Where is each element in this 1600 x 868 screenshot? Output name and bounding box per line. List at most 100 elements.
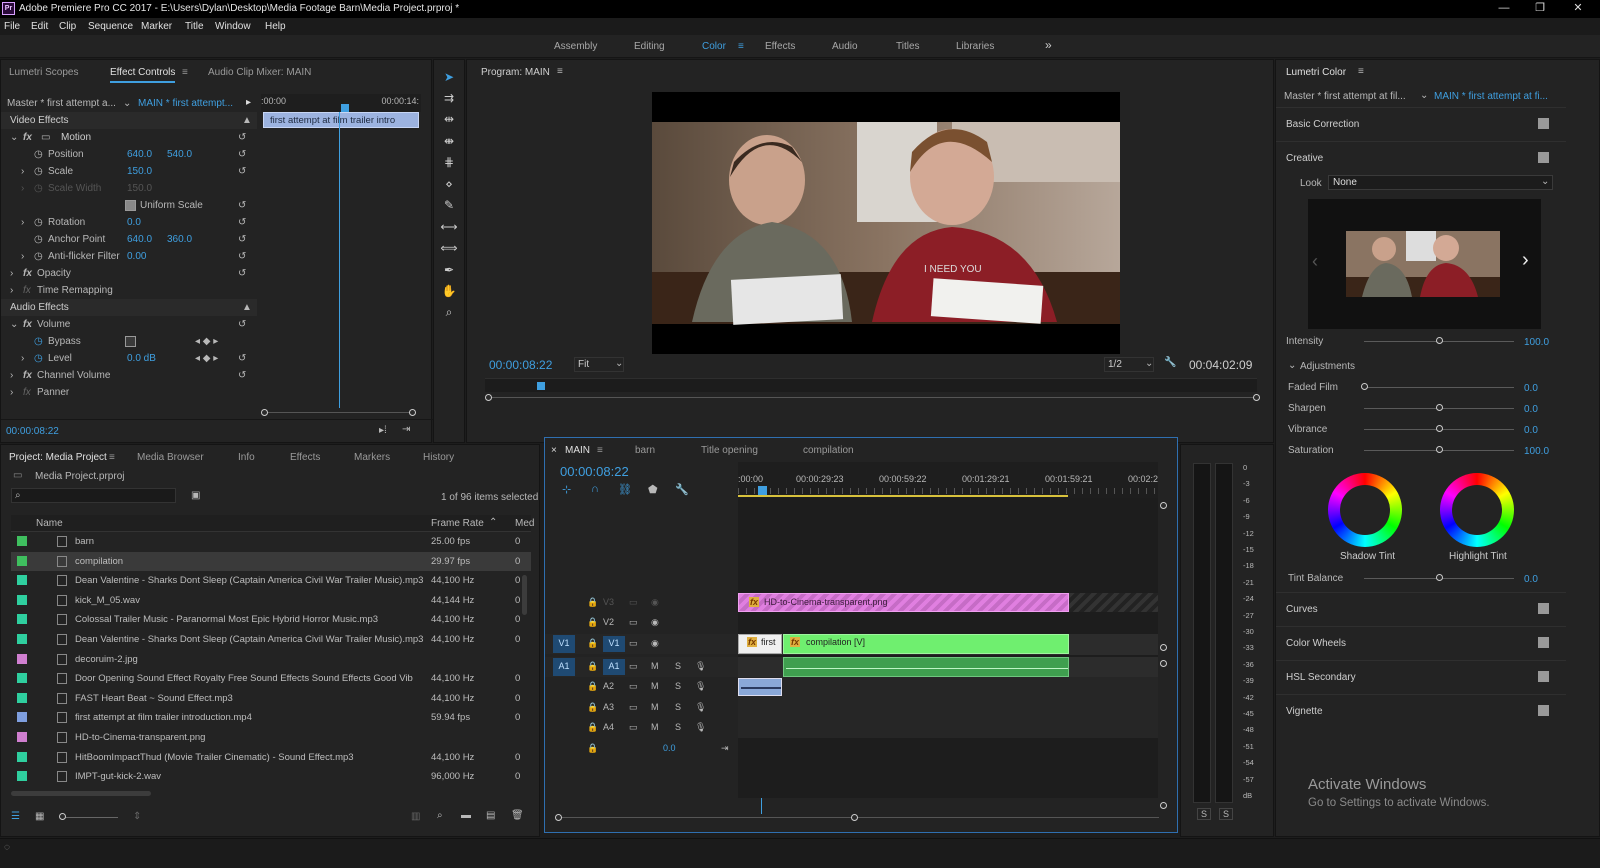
hand-tool-icon[interactable]: ✋: [434, 284, 464, 298]
effect-controls-timecode[interactable]: 00:00:08:22: [6, 426, 59, 437]
new-item-icon[interactable]: ▤: [486, 810, 495, 821]
track-a4-label[interactable]: A4: [603, 722, 614, 732]
solo-button[interactable]: S: [675, 681, 681, 691]
list-item[interactable]: decoruim-2.jpg: [11, 650, 531, 669]
slide-tool-icon[interactable]: ⟺: [434, 241, 464, 255]
clip-first-attempt[interactable]: fx first: [738, 634, 782, 654]
expand-icon[interactable]: ›: [10, 387, 13, 398]
col-media[interactable]: Med: [515, 518, 534, 529]
timeline-ruler[interactable]: :00:00 00:00:29:23 00:00:59:22 00:01:29:…: [738, 462, 1158, 498]
icon-view-icon[interactable]: ▦: [35, 811, 44, 822]
list-item[interactable]: HitBoomImpactThud (Movie Trailer Cinemat…: [11, 748, 531, 767]
go-to-end-icon[interactable]: ⇥: [721, 743, 729, 754]
label-color-swatch[interactable]: [17, 653, 27, 664]
eye-icon[interactable]: ◉: [651, 597, 659, 608]
zoom-handle[interactable]: [555, 814, 562, 821]
track-v1-label[interactable]: V1: [603, 636, 625, 652]
mini-timeline-ruler[interactable]: :00:00 00:00:14:: [261, 94, 421, 112]
eye-icon[interactable]: ◉: [651, 638, 659, 649]
lock-icon[interactable]: 🔒: [587, 743, 598, 754]
ripple-edit-tool-icon[interactable]: ⇹: [434, 112, 464, 126]
curves-checkbox[interactable]: [1538, 603, 1549, 614]
program-timecode[interactable]: 00:00:08:22: [489, 358, 552, 372]
solo-button[interactable]: S: [675, 722, 681, 732]
selection-tool-icon[interactable]: ➤: [434, 70, 464, 84]
reset-icon[interactable]: ↺: [238, 200, 246, 211]
tab-info[interactable]: Info: [238, 452, 255, 463]
expand-icon[interactable]: ⌄: [10, 132, 18, 143]
toggle-sync-icon[interactable]: ▭: [629, 661, 638, 672]
position-x-value[interactable]: 640.0: [127, 149, 152, 160]
menu-edit[interactable]: Edit: [31, 21, 48, 32]
toggle-sync-icon[interactable]: ▭: [629, 702, 638, 713]
lock-icon[interactable]: 🔒: [587, 681, 598, 692]
label-color-swatch[interactable]: [17, 536, 27, 546]
tab-effect-controls[interactable]: Effect Controls: [110, 67, 176, 83]
label-color-swatch[interactable]: [17, 692, 27, 703]
creative-checkbox[interactable]: [1538, 152, 1549, 163]
work-area-bar[interactable]: [738, 495, 1068, 497]
label-color-swatch[interactable]: [17, 712, 27, 723]
playhead-icon[interactable]: [758, 486, 767, 495]
sharpen-slider-handle[interactable]: [1436, 404, 1443, 411]
video-frame[interactable]: I NEED YOU: [652, 92, 1120, 354]
intensity-slider-handle[interactable]: [1436, 337, 1443, 344]
track-height-handle[interactable]: [1160, 802, 1167, 809]
workspace-titles[interactable]: Titles: [896, 41, 920, 52]
vibrance-value[interactable]: 0.0: [1524, 425, 1538, 436]
solo-button[interactable]: S: [675, 661, 681, 671]
workspace-more-icon[interactable]: »: [1045, 38, 1052, 52]
mute-button[interactable]: M: [651, 681, 659, 691]
toggle-sync-icon[interactable]: ▭: [629, 681, 638, 692]
clip-hd-to-cinema[interactable]: fx HD-to-Cinema-transparent.png: [738, 593, 1069, 612]
level-value[interactable]: 0.0 dB: [127, 353, 156, 364]
track-height-handle[interactable]: [1160, 502, 1167, 509]
faded-film-value[interactable]: 0.0: [1524, 383, 1538, 394]
label-color-swatch[interactable]: [17, 634, 27, 644]
horizontal-scrollbar[interactable]: [11, 791, 151, 796]
chevron-down-icon[interactable]: ⌄: [1420, 90, 1428, 101]
lock-icon[interactable]: 🔒: [587, 638, 598, 649]
settings-wrench-icon[interactable]: 🔧: [675, 483, 689, 496]
menu-clip[interactable]: Clip: [59, 21, 76, 32]
faded-film-slider-handle[interactable]: [1361, 383, 1368, 390]
curves-header[interactable]: Curves: [1286, 604, 1318, 615]
menu-sequence[interactable]: Sequence: [88, 21, 133, 32]
panel-menu-icon[interactable]: ≡: [557, 66, 563, 77]
rotation-value[interactable]: 0.0: [127, 217, 141, 228]
vibrance-slider-handle[interactable]: [1436, 425, 1443, 432]
stopwatch-icon[interactable]: ◷: [34, 353, 43, 364]
highlight-tint-wheel[interactable]: [1440, 473, 1514, 547]
lock-icon[interactable]: 🔒: [587, 702, 598, 713]
workspace-effects[interactable]: Effects: [765, 41, 795, 52]
label-color-swatch[interactable]: [17, 575, 27, 586]
list-item[interactable]: compilation 29.97 fps 0: [11, 551, 531, 571]
timeline-timecode[interactable]: 00:00:08:22: [560, 464, 629, 479]
toggle-sync-icon[interactable]: ▭: [629, 617, 638, 628]
master-volume-value[interactable]: 0.0: [663, 743, 676, 753]
zoom-slider-handle[interactable]: [59, 813, 66, 820]
lumetri-sequence-label[interactable]: MAIN * first attempt at fi...: [1434, 91, 1548, 102]
sort-ascending-icon[interactable]: ⌃: [489, 517, 497, 528]
position-y-value[interactable]: 540.0: [167, 149, 192, 160]
label-color-swatch[interactable]: [17, 594, 27, 605]
lock-icon[interactable]: 🔒: [587, 722, 598, 733]
microphone-icon[interactable]: 🎙: [695, 722, 706, 733]
track-a3-label[interactable]: A3: [603, 702, 614, 712]
panel-menu-icon[interactable]: ≡: [597, 445, 603, 456]
list-item[interactable]: Dean Valentine - Sharks Dont Sleep (Capt…: [11, 630, 531, 649]
track-a1-label[interactable]: A1: [603, 659, 625, 675]
tab-markers[interactable]: Markers: [354, 452, 390, 463]
label-color-swatch[interactable]: [17, 751, 27, 762]
list-item[interactable]: Colossal Trailer Music - Paranormal Most…: [11, 610, 531, 629]
microphone-icon[interactable]: 🎙: [695, 661, 706, 672]
clip-compilation-audio[interactable]: [783, 657, 1069, 677]
clip-a2-audio[interactable]: [738, 678, 782, 696]
track-height-handle[interactable]: [1160, 660, 1167, 667]
sharpen-value[interactable]: 0.0: [1524, 404, 1538, 415]
track-height-handle[interactable]: [1160, 644, 1167, 651]
filter-icon[interactable]: ▸⁞: [379, 425, 387, 436]
reset-icon[interactable]: ↺: [238, 166, 246, 177]
col-name[interactable]: Name: [36, 518, 63, 529]
keyframe-nav-icon[interactable]: ◂ ◆ ▸: [195, 353, 218, 364]
